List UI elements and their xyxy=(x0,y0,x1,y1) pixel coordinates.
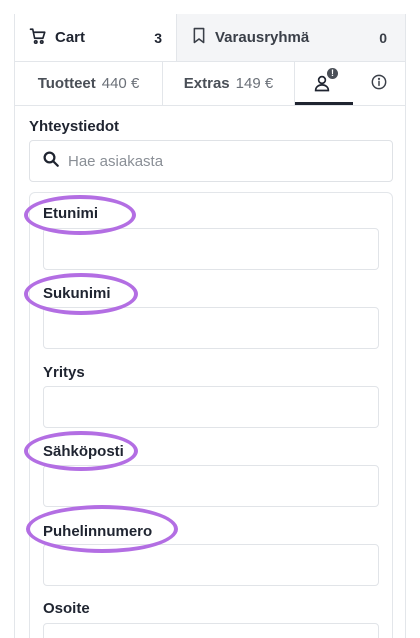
tab-booking-group-label: Varausryhmä xyxy=(215,29,310,46)
bookmark-icon xyxy=(191,27,207,48)
tab-products-price: 440 € xyxy=(101,75,140,92)
tab-products-label: Tuotteet xyxy=(37,75,96,92)
first-name-field[interactable] xyxy=(43,228,379,270)
tab-extras-label: Extras xyxy=(183,75,230,92)
tab-cart[interactable]: Cart 3 xyxy=(15,14,176,61)
booking-panel: Cart 3 Varausryhmä 0 Tuotteet 440 € Extr… xyxy=(14,14,406,638)
tab-extras-price: 149 € xyxy=(235,75,274,92)
tab-cart-label: Cart xyxy=(55,29,86,46)
label-first-name: Etunimi xyxy=(43,205,98,222)
customer-search[interactable]: Hae asiakasta xyxy=(29,140,393,182)
label-email: Sähköposti xyxy=(43,443,124,460)
tab-extras[interactable]: Extras 149 € xyxy=(163,62,295,105)
tab-contact[interactable]: ! xyxy=(295,62,353,105)
label-company: Yritys xyxy=(43,364,85,381)
tab-info[interactable] xyxy=(353,62,405,105)
booking-group-count: 0 xyxy=(379,29,387,46)
label-phone: Puhelinnumero xyxy=(43,523,153,540)
company-field[interactable] xyxy=(43,386,379,428)
sub-tabs: Tuotteet 440 € Extras 149 € ! xyxy=(15,62,405,106)
tab-booking-group[interactable]: Varausryhmä 0 xyxy=(176,14,405,61)
person-icon: ! xyxy=(313,68,338,92)
cart-count: 3 xyxy=(154,29,162,46)
top-tabs: Cart 3 Varausryhmä 0 xyxy=(15,14,405,62)
address-field[interactable] xyxy=(43,623,379,638)
search-icon xyxy=(42,150,60,173)
cart-icon xyxy=(29,27,47,49)
info-icon xyxy=(371,74,387,94)
phone-field[interactable] xyxy=(43,544,379,586)
label-last-name: Sukunimi xyxy=(43,285,111,302)
contact-section-title: Yhteystiedot xyxy=(29,118,120,135)
tab-products[interactable]: Tuotteet 440 € xyxy=(15,62,163,105)
alert-badge: ! xyxy=(327,68,338,79)
search-input-placeholder: Hae asiakasta xyxy=(68,152,164,170)
label-address: Osoite xyxy=(43,600,90,617)
email-field[interactable] xyxy=(43,465,379,507)
last-name-field[interactable] xyxy=(43,307,379,349)
